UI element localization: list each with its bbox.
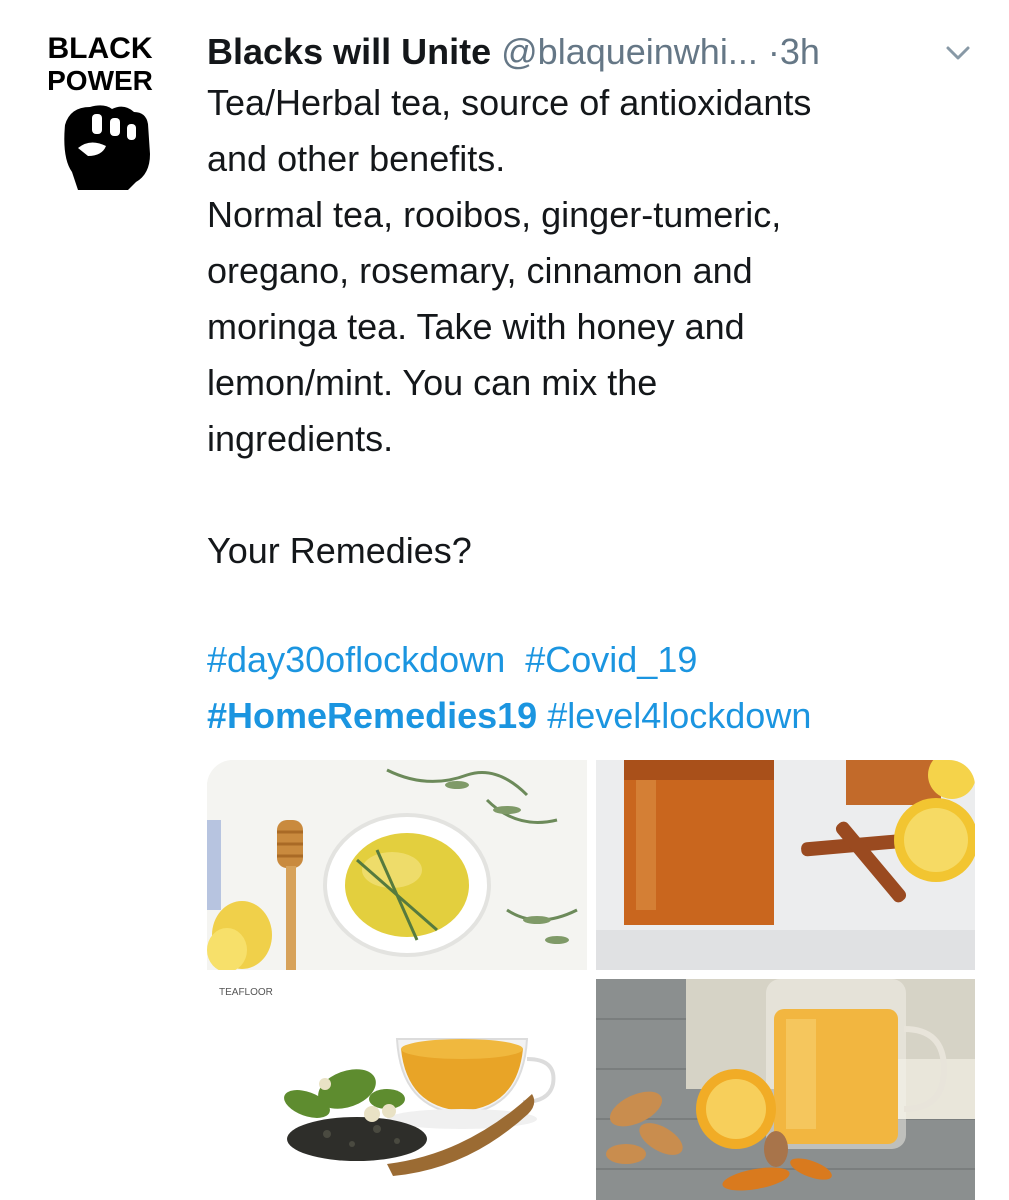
media-image[interactable]: [596, 760, 975, 970]
hashtag-link[interactable]: #day30oflockdown: [207, 639, 505, 680]
hashtags: #day30oflockdown #Covid_19 #HomeRemedies…: [207, 632, 987, 744]
hashtag-link[interactable]: #level4lockdown: [547, 695, 811, 736]
tweet-line: and other benefits.: [207, 138, 506, 179]
separator-dot: ·: [767, 31, 780, 72]
tweet-line: ingredients.: [207, 418, 394, 459]
chevron-down-icon: [946, 46, 970, 60]
tweet-line: lemon/mint. You can mix the: [207, 362, 658, 403]
media-watermark: TEAFLOOR: [219, 987, 273, 998]
avatar-text-bottom: POWER: [47, 65, 153, 96]
avatar[interactable]: BLACK POWER: [20, 30, 180, 190]
hashtag-link[interactable]: #HomeRemedies19: [207, 695, 537, 736]
tweet-line: oregano, rosemary, cinnamon and: [207, 250, 753, 291]
herbal-tea-cup-photo: [207, 760, 587, 970]
ginger-turmeric-tea-photo: [596, 979, 975, 1200]
tweet-options-button[interactable]: [940, 38, 976, 68]
tweet-line: Normal tea, rooibos, ginger-tumeric,: [207, 194, 782, 235]
author-name[interactable]: Blacks will Unite: [207, 31, 491, 72]
tweet-line: Tea/Herbal tea, source of antioxidants: [207, 82, 812, 123]
tweet-text: Tea/Herbal tea, source of antioxidants a…: [207, 75, 987, 579]
rooibos-tea-jar-photo: [596, 760, 975, 970]
raised-fist-icon: BLACK POWER: [47, 32, 153, 190]
author-handle[interactable]: @blaqueinwhi...: [501, 31, 758, 72]
tea-cup-leaves-photo: [207, 979, 587, 1200]
media-image[interactable]: TEAFLOOR: [207, 979, 587, 1200]
media-image[interactable]: [596, 979, 975, 1200]
hashtag-link[interactable]: #Covid_19: [525, 639, 697, 680]
tweet-time[interactable]: 3h: [780, 31, 820, 72]
tweet-question: Your Remedies?: [207, 530, 472, 571]
tweet-line: moringa tea. Take with honey and: [207, 306, 745, 347]
media-image[interactable]: [207, 760, 587, 970]
media-grid: TEAFLOOR: [207, 760, 975, 1200]
avatar-text-top: BLACK: [48, 32, 153, 65]
